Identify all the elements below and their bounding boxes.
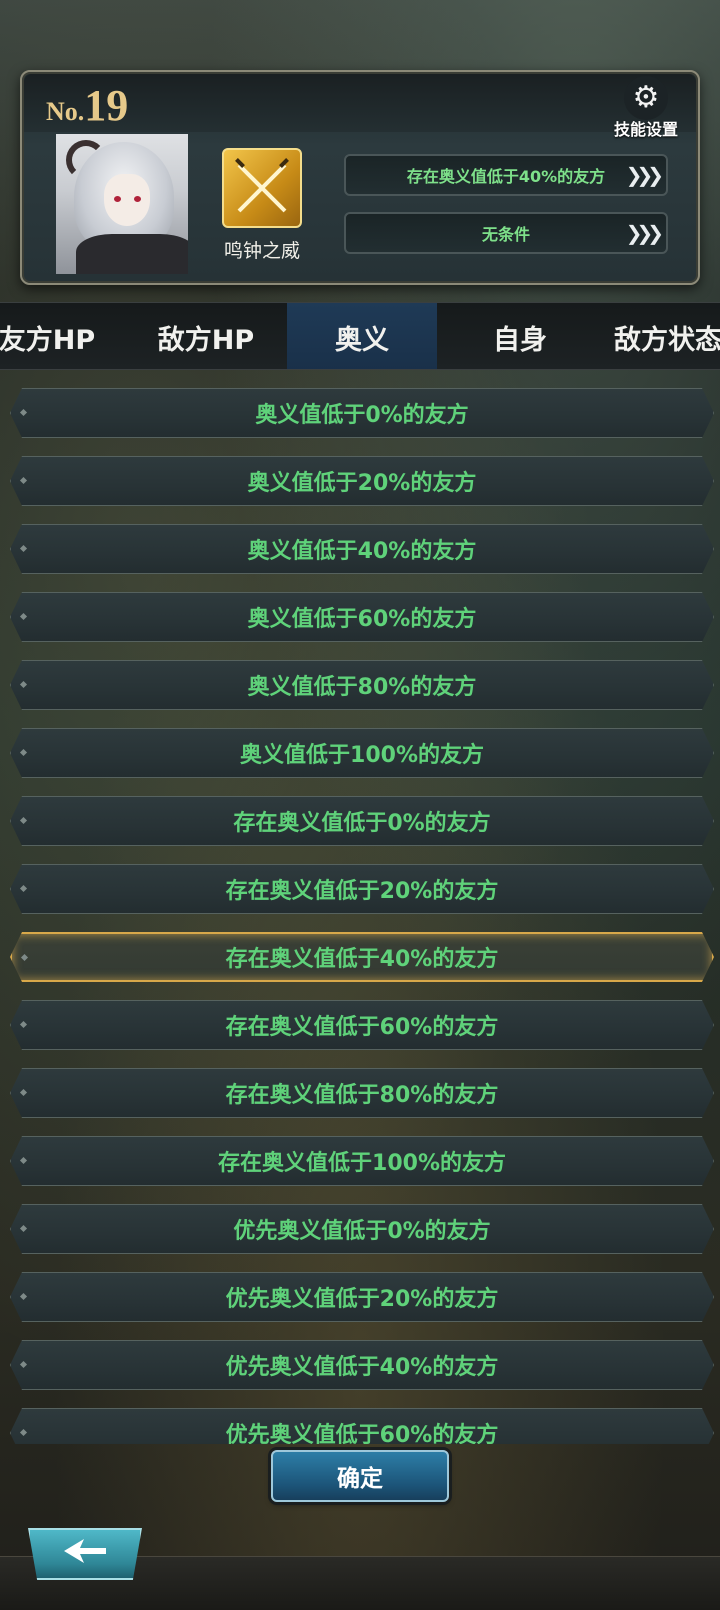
condition-1-button[interactable]: 存在奥义值低于40%的友方 ❯❯❯ [344,154,668,196]
tab-enemy-hp[interactable]: 敌方HP [131,303,281,369]
list-item[interactable]: 优先奥义值低于40%的友方 [10,1340,714,1390]
gear-icon: ⚙ [624,76,668,120]
back-button[interactable] [28,1528,142,1580]
skill-settings-label: 技能设置 [613,120,678,139]
tab-ougi[interactable]: 奥义 [287,303,437,369]
skill-settings-button[interactable]: ⚙ 技能设置 [596,76,696,140]
back-arrow-icon [62,1536,108,1573]
list-item[interactable]: 奥义值低于60%的友方 [10,592,714,642]
tab-ally-hp[interactable]: 友方HP [0,303,122,369]
list-item[interactable]: 奥义值低于80%的友方 [10,660,714,710]
skill-info-card: No.19 鸣钟之威 存在奥义值低于40%的友方 ❯❯❯ 无条件 ❯❯❯ ⚙ 技… [20,70,700,285]
list-item[interactable]: 存在奥义值低于100%的友方 [10,1136,714,1186]
condition-2-button[interactable]: 无条件 ❯❯❯ [344,212,668,254]
condition-option-list[interactable]: 奥义值低于0%的友方 奥义值低于20%的友方 奥义值低于40%的友方 奥义值低于… [0,382,720,1444]
character-portrait [56,134,188,274]
slot-number-prefix: No. [46,97,85,126]
list-item-selected[interactable]: 存在奥义值低于40%的友方 [10,932,714,982]
list-item[interactable]: 奥义值低于100%的友方 [10,728,714,778]
list-item[interactable]: 奥义值低于40%的友方 [10,524,714,574]
slot-number-value: 19 [84,81,129,130]
list-item[interactable]: 优先奥义值低于60%的友方 [10,1408,714,1444]
condition-category-tabs: 友方HP 敌方HP 奥义 自身 敌方状态 [0,302,720,370]
crossed-swords-icon[interactable] [222,148,302,228]
triple-chevron-right-icon: ❯❯❯ [625,221,664,245]
triple-chevron-right-icon: ❯❯❯ [625,163,664,187]
condition-1-label: 存在奥义值低于40%的友方 [406,167,606,186]
list-item[interactable]: 奥义值低于0%的友方 [10,388,714,438]
tab-enemy-status[interactable]: 敌方状态 [598,303,720,369]
list-item[interactable]: 奥义值低于20%的友方 [10,456,714,506]
tab-self[interactable]: 自身 [445,303,595,369]
confirm-button[interactable]: 确定 [271,1450,449,1502]
list-item[interactable]: 优先奥义值低于20%的友方 [10,1272,714,1322]
list-item[interactable]: 优先奥义值低于0%的友方 [10,1204,714,1254]
list-item[interactable]: 存在奥义值低于80%的友方 [10,1068,714,1118]
slot-number: No.19 [46,80,128,131]
list-item[interactable]: 存在奥义值低于0%的友方 [10,796,714,846]
list-item[interactable]: 存在奥义值低于20%的友方 [10,864,714,914]
skill-name: 鸣钟之威 [223,240,300,262]
condition-2-label: 无条件 [481,225,530,244]
list-item[interactable]: 存在奥义值低于60%的友方 [10,1000,714,1050]
